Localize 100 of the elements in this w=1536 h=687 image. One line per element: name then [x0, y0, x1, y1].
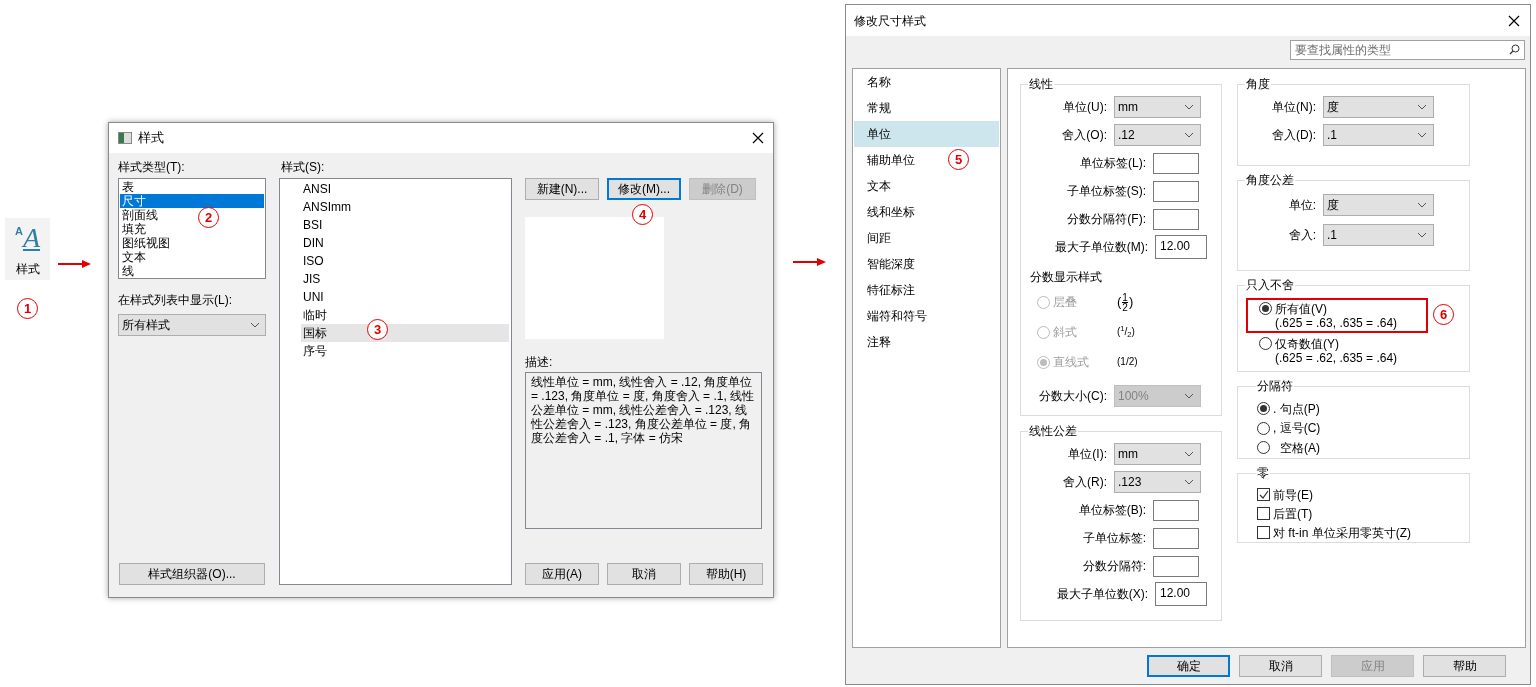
radio-button[interactable] — [1259, 337, 1272, 350]
input-field[interactable] — [1153, 527, 1199, 549]
list-item[interactable]: JIS — [301, 270, 323, 288]
close-icon[interactable] — [1508, 14, 1520, 27]
chevron-down-icon — [1184, 104, 1194, 110]
group-title: 只入不舍 — [1245, 277, 1295, 294]
list-item[interactable]: ANSI — [301, 180, 333, 198]
field-label: 单位(N): — [1272, 99, 1316, 116]
chevron-down-icon — [1184, 479, 1194, 485]
chevron-down-icon — [1184, 451, 1194, 457]
nav-item[interactable]: 智能深度 — [854, 251, 919, 277]
pointer-arrow — [58, 259, 92, 269]
option-label: 后置(T) — [1273, 505, 1313, 523]
dialog-button[interactable]: 应用(A) — [525, 563, 599, 585]
chevron-down-icon — [1417, 132, 1427, 138]
field-label: 分数显示样式 — [1029, 269, 1103, 286]
dropdown[interactable]: 度 — [1323, 96, 1434, 118]
close-icon[interactable] — [752, 132, 764, 144]
list-item[interactable]: 序号 — [301, 342, 329, 360]
field-label: 单位标签(L): — [1080, 155, 1146, 172]
list-item[interactable]: 尺寸 — [120, 194, 264, 208]
input-field[interactable] — [1153, 555, 1199, 577]
dialog-button[interactable]: 确定 — [1147, 655, 1230, 677]
input-field[interactable]: 12.00 — [1155, 582, 1207, 606]
radio-button[interactable] — [1257, 441, 1270, 455]
list-item[interactable]: 表 — [120, 180, 136, 194]
nav-item[interactable]: 辅助单位 — [854, 147, 919, 173]
dropdown[interactable]: .123 — [1114, 471, 1201, 493]
search-icon[interactable] — [1509, 44, 1520, 55]
dialog-button[interactable]: 帮助 — [1423, 655, 1506, 677]
group-title: 角度公差 — [1245, 172, 1295, 189]
dialog-button[interactable]: 取消 — [1239, 655, 1322, 677]
radio-button[interactable] — [1257, 421, 1270, 435]
checkbox[interactable] — [1257, 488, 1270, 501]
option-label: , 逗号(C) — [1273, 420, 1321, 438]
nav-item[interactable]: 单位 — [854, 121, 999, 147]
dropdown[interactable]: .12 — [1114, 124, 1201, 146]
dialog-button[interactable]: 修改(M)... — [607, 178, 681, 200]
dropdown[interactable]: 度 — [1323, 194, 1434, 216]
field-label: 最大子单位数(M): — [1054, 239, 1148, 256]
list-item[interactable]: UNI — [301, 288, 326, 306]
nav-item[interactable]: 注释 — [854, 329, 895, 355]
dropdown[interactable]: .1 — [1323, 124, 1434, 146]
checkbox[interactable] — [1257, 507, 1270, 520]
radio-button[interactable] — [1259, 302, 1272, 315]
input-field[interactable] — [1153, 152, 1199, 174]
window-title: 修改尺寸样式 — [854, 12, 926, 30]
nav-item[interactable]: 常规 — [854, 95, 895, 121]
nav-item[interactable]: 名称 — [854, 69, 895, 95]
dropdown[interactable]: .1 — [1323, 224, 1434, 246]
field-label: 舍入(R): — [1063, 474, 1107, 491]
dropdown[interactable]: mm — [1114, 96, 1201, 118]
chevron-down-icon — [1184, 393, 1194, 399]
field-label: 舍入(O): — [1062, 127, 1107, 144]
option-label: 仅奇数值(Y) — [1275, 335, 1339, 353]
option-label: 空格(A) — [1280, 439, 1320, 457]
list-item[interactable]: ISO — [301, 252, 326, 270]
list-item[interactable]: 线 — [120, 264, 136, 278]
chevron-down-icon — [250, 322, 260, 328]
list-item[interactable]: 文本 — [120, 250, 148, 264]
option-label: 所有值(V) — [1275, 300, 1327, 318]
dialog-button[interactable]: 新建(N)... — [525, 178, 599, 200]
field-label: 舍入(D): — [1272, 127, 1316, 144]
list-item[interactable]: ANSImm — [301, 198, 353, 216]
group-title: 角度 — [1245, 76, 1271, 93]
nav-item[interactable]: 特征标注 — [854, 277, 919, 303]
list-item[interactable]: BSI — [301, 216, 325, 234]
nav-item[interactable]: 间距 — [854, 225, 895, 251]
group-title: 线性公差 — [1028, 423, 1078, 440]
field-label: 子单位标签(S): — [1066, 183, 1146, 200]
dialog-button[interactable]: 样式组织器(O)... — [119, 563, 265, 585]
list-item[interactable]: DIN — [301, 234, 326, 252]
radio-button[interactable] — [1257, 402, 1270, 416]
dialog-button[interactable]: 帮助(H) — [689, 563, 763, 585]
nav-item[interactable]: 线和坐标 — [854, 199, 919, 225]
dialog-button[interactable]: 取消 — [607, 563, 681, 585]
pointer-arrow — [793, 257, 827, 267]
input-field[interactable]: 12.00 — [1155, 235, 1207, 259]
option-note: (.625 = .63, .635 = .64) — [1274, 316, 1399, 330]
nav-item[interactable]: 文本 — [854, 173, 895, 199]
dropdown[interactable]: 所有样式 — [118, 314, 266, 336]
dropdown[interactable]: mm — [1114, 443, 1201, 465]
option-label: . 句点(P) — [1273, 400, 1320, 418]
field-label: 舍入: — [1288, 227, 1316, 244]
list-item[interactable]: 临时 — [301, 306, 329, 324]
list-item[interactable]: 剖面线 — [120, 208, 160, 222]
field-label: 分数分隔符: — [1082, 558, 1146, 575]
window-icon — [118, 132, 132, 144]
search-field[interactable]: 要查找属性的类型 — [1290, 40, 1525, 60]
nav-item[interactable]: 端符和符号 — [854, 303, 931, 329]
input-field[interactable] — [1153, 499, 1199, 521]
fraction-sample: ($^{1}$/$_{2}$) — [1117, 327, 1135, 337]
list-item[interactable]: 图纸视图 — [120, 236, 172, 250]
checkbox[interactable] — [1257, 526, 1270, 539]
field-label: 最大子单位数(X): — [1056, 586, 1148, 603]
list-item[interactable]: 填充 — [120, 222, 148, 236]
input-field[interactable] — [1153, 208, 1199, 230]
option-note: (.625 = .62, .635 = .64) — [1274, 351, 1399, 365]
field-label: 样式类型(T): — [118, 160, 186, 175]
input-field[interactable] — [1153, 180, 1199, 202]
